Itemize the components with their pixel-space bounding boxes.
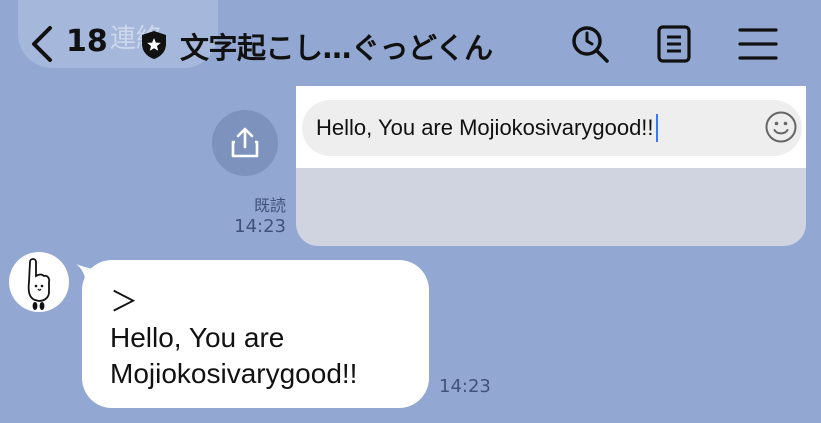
message-edit-panel: Hello, You are Mojiokosivarygood!! — [296, 86, 806, 246]
chat-title: 文字起こし…ぐっどくん — [180, 31, 493, 65]
emoji-icon[interactable] — [764, 110, 798, 144]
message-line: ＞ — [110, 286, 139, 317]
search-icon[interactable] — [568, 22, 612, 66]
received-time: 14:23 — [439, 376, 491, 397]
notes-icon[interactable] — [652, 22, 696, 66]
message-line: Mojiokosivarygood!! — [110, 358, 358, 389]
unread-count[interactable]: 18 — [66, 24, 108, 59]
menu-icon[interactable] — [736, 22, 780, 66]
back-arrow-icon[interactable] — [28, 24, 58, 64]
edit-panel-top: Hello, You are Mojiokosivarygood!! — [296, 86, 806, 168]
received-message-bubble[interactable]: ＞ Hello, You are Mojiokosivarygood!! — [82, 260, 429, 408]
message-line: Hello, You are — [110, 322, 285, 353]
share-button[interactable] — [212, 110, 278, 176]
finger-character-icon — [27, 258, 51, 310]
shield-star-icon — [142, 31, 166, 59]
avatar[interactable] — [9, 252, 69, 312]
share-icon — [231, 127, 259, 158]
message-input-value: Hello, You are Mojiokosivarygood!! — [316, 115, 654, 140]
text-caret — [655, 114, 658, 142]
read-receipt: 既読 — [253, 196, 286, 215]
chat-header: 連絡 18 文字起こし…ぐっどくん — [0, 0, 821, 90]
sent-time: 14:23 — [234, 216, 286, 237]
message-input[interactable]: Hello, You are Mojiokosivarygood!! — [302, 100, 802, 156]
